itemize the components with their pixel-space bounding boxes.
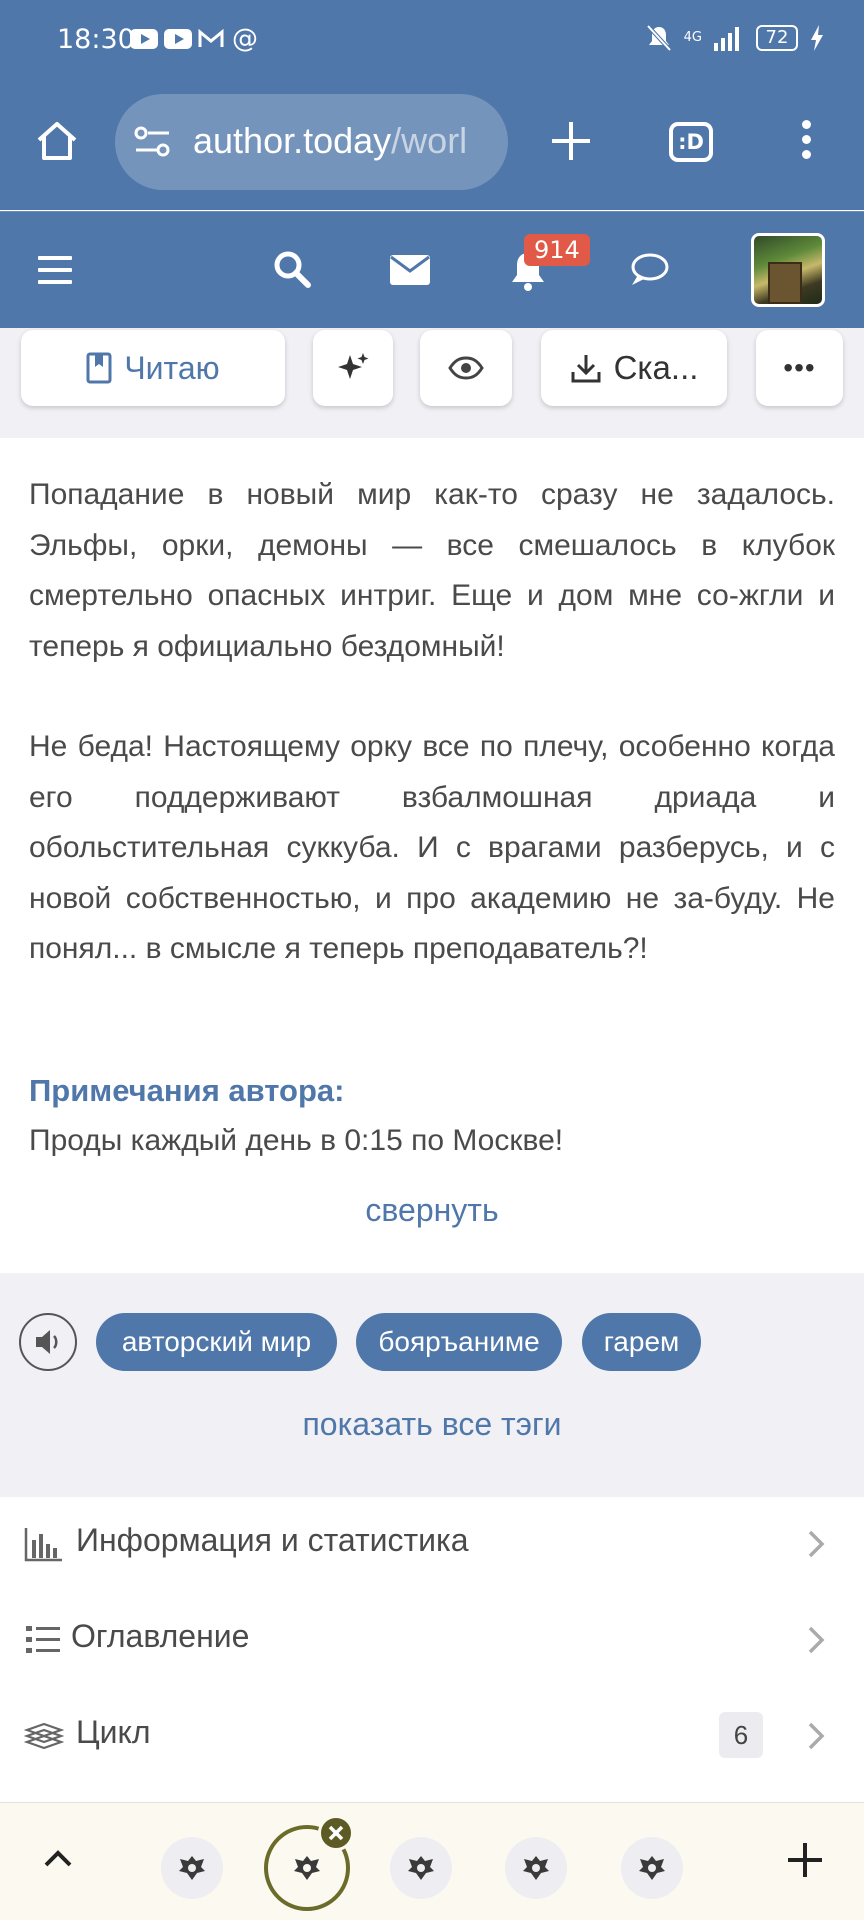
tab-thumbnail[interactable]: [161, 1837, 223, 1899]
more-actions-button[interactable]: •••: [756, 330, 843, 406]
chevron-right-icon: [808, 1530, 825, 1558]
mail-icon[interactable]: [389, 254, 431, 286]
system-icons: 4G 72: [646, 24, 824, 52]
url-text: author.today/worl: [193, 120, 467, 162]
annotation-paragraph: Не беда! Настоящему орку все по плечу, о…: [29, 730, 835, 965]
list-icon: [26, 1626, 60, 1653]
chevron-up-icon[interactable]: [40, 1841, 76, 1877]
emblem-icon: [179, 1856, 205, 1880]
muted-bell-icon: [646, 24, 672, 52]
series-count-badge: 6: [719, 1712, 763, 1758]
browser-toolbar: author.today/worl :D: [0, 84, 864, 210]
tab-thumbnail[interactable]: [621, 1837, 683, 1899]
chevron-right-icon: [808, 1722, 825, 1750]
search-icon[interactable]: [272, 249, 312, 289]
battery-level: 72: [756, 25, 798, 51]
chat-icon[interactable]: [628, 252, 670, 288]
browser-menu-icon[interactable]: [796, 120, 816, 166]
tab-switcher-button[interactable]: :D: [669, 122, 713, 162]
eye-icon: [448, 356, 484, 380]
address-bar[interactable]: author.today/worl: [115, 94, 508, 190]
tag-chip[interactable]: бояръаниме: [356, 1313, 562, 1371]
youtube-icon: [164, 29, 192, 49]
emblem-icon: [294, 1856, 320, 1880]
menu-item-info-stats[interactable]: Информация и статистика: [0, 1496, 864, 1592]
download-button[interactable]: Ска...: [541, 330, 727, 406]
emblem-icon: [523, 1856, 549, 1880]
site-settings-icon[interactable]: [133, 124, 173, 160]
tab-thumbnail[interactable]: [390, 1837, 452, 1899]
avatar[interactable]: [751, 233, 825, 307]
audio-speaker-button[interactable]: [19, 1313, 77, 1371]
tag-chip[interactable]: авторский мир: [96, 1313, 337, 1371]
menu-item-toc[interactable]: Оглавление: [0, 1592, 864, 1688]
menu-item-label: Информация и статистика: [76, 1522, 469, 1558]
url-path: /worl: [391, 120, 468, 161]
watch-button[interactable]: [420, 330, 512, 406]
status-bar: 18:30 @ 4G 72: [0, 0, 864, 84]
tab-thumbnail[interactable]: [505, 1837, 567, 1899]
network-type: 4G: [683, 30, 702, 45]
speaker-icon: [36, 1330, 58, 1354]
download-icon: [571, 355, 601, 383]
notification-badge: 914: [524, 234, 590, 266]
youtube-icon: [130, 29, 158, 49]
hamburger-menu-icon[interactable]: [38, 256, 72, 284]
add-tab-icon[interactable]: [784, 1839, 826, 1881]
bar-chart-icon: [24, 1528, 62, 1562]
bottom-tab-strip: [0, 1802, 864, 1920]
emblem-icon: [639, 1856, 665, 1880]
annotation-paragraph: Попадание в новый мир как-то сразу не за…: [29, 478, 835, 663]
tags-section: [0, 1273, 864, 1497]
chevron-right-icon: [808, 1626, 825, 1654]
show-all-tags-link[interactable]: показать все тэги: [0, 1406, 864, 1443]
tag-chip[interactable]: гарем: [582, 1313, 701, 1371]
author-notes-text: Проды каждый день в 0:15 по Москве!: [29, 1124, 564, 1157]
close-tab-button[interactable]: [318, 1815, 354, 1851]
sparkle-icon: [338, 353, 369, 379]
reading-button-label: Читаю: [124, 349, 220, 386]
url-host: author.today: [193, 120, 392, 161]
reading-button[interactable]: Читаю: [21, 330, 285, 406]
menu-item-label: Оглавление: [71, 1618, 250, 1654]
menu-item-label: Цикл: [76, 1714, 151, 1750]
author-notes-title: Примечания автора:: [29, 1073, 345, 1108]
site-header: 914: [0, 211, 864, 328]
new-tab-icon[interactable]: [548, 118, 594, 164]
books-stack-icon: [24, 1722, 64, 1750]
status-time: 18:30: [57, 24, 135, 55]
at-icon: @: [232, 24, 258, 54]
close-icon: [328, 1825, 344, 1841]
ai-sparkle-button[interactable]: [313, 330, 393, 406]
home-icon[interactable]: [34, 118, 80, 164]
notification-icons: @: [130, 24, 258, 54]
collapse-link[interactable]: свернуть: [0, 1192, 864, 1229]
book-annotation: Попадание в новый мир как-то сразу не за…: [29, 470, 835, 975]
gmail-icon: [198, 29, 224, 47]
menu-item-series[interactable]: Цикл 6: [0, 1688, 864, 1784]
bookmark-book-icon: [86, 352, 112, 384]
charging-icon: [811, 25, 823, 51]
signal-icon: [714, 27, 739, 51]
download-button-label: Ска...: [613, 349, 699, 386]
emblem-icon: [408, 1856, 434, 1880]
